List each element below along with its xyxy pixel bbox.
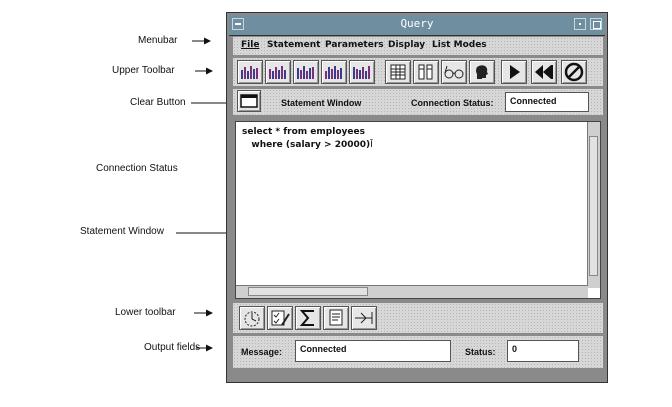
stopwatch-button[interactable]	[239, 306, 265, 330]
glasses-icon	[444, 65, 464, 79]
play-button[interactable]	[501, 60, 527, 84]
statement-line-2: where (salary > 20000)	[242, 140, 371, 150]
stop-button[interactable]	[561, 60, 587, 84]
chart-button-1[interactable]	[237, 60, 263, 84]
minimize-button[interactable]	[574, 18, 586, 30]
message-label: Message:	[241, 347, 283, 357]
annotation-statement-window: Statement Window	[80, 226, 164, 237]
statement-status-row: Statement Window Connection Status: Conn…	[233, 89, 603, 115]
document-icon	[329, 309, 343, 326]
window-icon	[240, 94, 258, 108]
clear-button[interactable]	[237, 90, 261, 112]
vertical-scroll-thumb[interactable]	[589, 136, 598, 276]
chart-button-2[interactable]	[265, 60, 291, 84]
horizontal-scroll-thumb[interactable]	[248, 287, 368, 296]
status-label: Status:	[465, 347, 496, 357]
statement-window-label: Statement Window	[281, 98, 362, 108]
menu-list-modes[interactable]: List Modes	[432, 40, 487, 50]
vertical-scrollbar[interactable]	[587, 122, 600, 288]
statement-window[interactable]: select * from employees where (salary > …	[235, 121, 601, 299]
annotation-menubar: Menubar	[138, 35, 178, 46]
chart-icon	[269, 66, 286, 79]
columns-view-button[interactable]	[413, 60, 439, 84]
checklist-button[interactable]	[267, 306, 293, 330]
annotation-lower-toolbar: Lower toolbar	[115, 307, 176, 318]
glasses-button[interactable]	[441, 60, 467, 84]
menubar: File Statement Parameters Display List M…	[233, 37, 603, 55]
menu-file[interactable]: File	[241, 40, 259, 50]
rewind-icon	[535, 65, 553, 79]
sigma-icon	[299, 310, 314, 326]
menu-statement[interactable]: Statement	[267, 40, 320, 50]
connection-status-field: Connected	[505, 92, 589, 112]
annotation-upper-toolbar: Upper Toolbar	[112, 65, 175, 76]
stop-icon	[564, 62, 584, 82]
lower-toolbar	[233, 303, 603, 333]
table-view-button[interactable]	[385, 60, 411, 84]
play-icon	[510, 65, 520, 79]
text-cursor: Ī	[370, 140, 373, 150]
message-field: Connected	[295, 340, 451, 362]
rewind-button[interactable]	[531, 60, 557, 84]
menu-parameters[interactable]: Parameters	[325, 40, 384, 50]
title-bar[interactable]: Query	[229, 15, 605, 36]
annotation-connection-status: Connection Status	[96, 163, 178, 174]
horizontal-scrollbar[interactable]	[236, 285, 588, 298]
chart-icon	[241, 66, 258, 79]
statement-line-1: select * from employees	[242, 127, 365, 137]
sum-button[interactable]	[295, 306, 321, 330]
annotation-clear-button: Clear Button	[130, 97, 186, 108]
upper-toolbar	[233, 58, 603, 86]
status-field: 0	[507, 340, 579, 362]
maximize-button[interactable]	[590, 18, 602, 30]
annotation-output-fields: Output fields	[144, 342, 201, 353]
table-icon	[390, 64, 406, 80]
chart-button-5[interactable]	[349, 60, 375, 84]
checklist-icon	[271, 310, 290, 326]
window-title: Query	[400, 17, 434, 30]
statement-text[interactable]: select * from employees where (salary > …	[242, 126, 373, 152]
output-fields: Message: Connected Status: 0	[233, 336, 603, 368]
head-icon	[476, 65, 488, 79]
query-window: Query File Statement Parameters Display …	[226, 12, 608, 383]
chart-button-4[interactable]	[321, 60, 347, 84]
join-button[interactable]	[351, 306, 377, 330]
chart-icon	[325, 66, 342, 79]
connection-status-label: Connection Status:	[411, 98, 494, 108]
chart-icon	[353, 66, 370, 79]
menu-display[interactable]: Display	[388, 40, 425, 50]
chart-button-3[interactable]	[293, 60, 319, 84]
document-button[interactable]	[323, 306, 349, 330]
stopwatch-icon	[244, 311, 260, 327]
arrow-join-icon	[355, 312, 373, 324]
chart-icon	[297, 66, 314, 79]
head-button[interactable]	[469, 60, 495, 84]
columns-icon	[418, 64, 433, 80]
